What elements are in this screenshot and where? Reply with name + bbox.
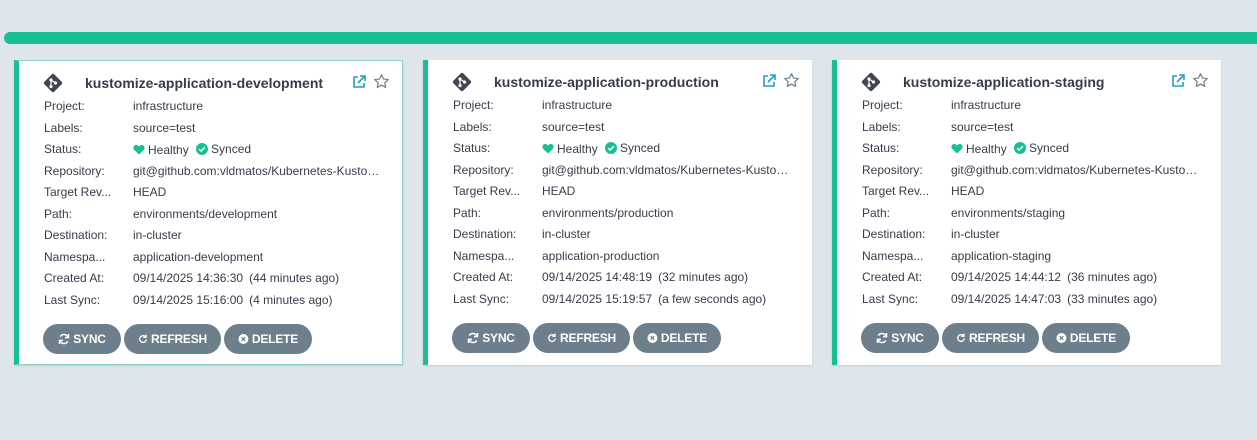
delete-button[interactable]: DELETE	[1042, 323, 1130, 353]
sync-button[interactable]: SYNC	[452, 323, 530, 353]
sync-button[interactable]: SYNC	[43, 324, 121, 354]
app-name[interactable]: kustomize-application-production	[494, 74, 719, 90]
refresh-button[interactable]: REFRESH	[533, 323, 630, 353]
field-target-revision: Target Rev... HEAD	[44, 185, 167, 199]
sync-icon	[876, 332, 888, 344]
card-header: kustomize-application-production	[452, 72, 802, 92]
star-icon[interactable]	[1192, 72, 1209, 89]
field-namespace: Namespa... application-production	[453, 248, 660, 263]
field-project: Project: infrastructure	[44, 99, 204, 113]
app-card-production[interactable]: kustomize-application-production Project…	[423, 60, 812, 365]
app-card-staging[interactable]: kustomize-application-staging Project: in…	[832, 60, 1221, 365]
field-created-at: Created At: 09/14/2025 14:44:12 (36 minute…	[862, 270, 1158, 284]
card-header: kustomize-application-staging	[861, 72, 1211, 92]
heart-icon	[542, 143, 554, 154]
field-labels: Labels: source=test	[862, 119, 1014, 134]
field-labels: Labels: source=test	[44, 120, 196, 135]
field-project: Project: infrastructure	[862, 98, 1022, 112]
delete-button[interactable]: DELETE	[224, 324, 312, 354]
delete-icon	[238, 334, 249, 344]
refresh-icon	[548, 333, 557, 343]
field-repository: Repository: git@github.com:vldmatos/Kuber…	[44, 163, 385, 178]
refresh-icon	[139, 334, 148, 344]
field-target-revision: Target Rev... HEAD	[453, 184, 576, 198]
app-name[interactable]: kustomize-application-development	[85, 75, 323, 91]
field-status: Status: Healthy Synced	[44, 142, 252, 157]
heart-icon	[133, 144, 145, 155]
card-header: kustomize-application-development	[43, 73, 392, 93]
health-status: Healthy	[133, 143, 189, 157]
field-status: Status: Healthy Synced	[862, 141, 1070, 156]
sync-status: Synced	[196, 142, 251, 156]
field-last-sync: Last Sync: 09/14/2025 15:16:00 (4 minutes …	[44, 292, 333, 307]
delete-icon	[1056, 333, 1067, 343]
field-created-at: Created At: 09/14/2025 14:48:19 (32 minute…	[453, 270, 749, 284]
field-repository: Repository: git@github.com:vldmatos/Kuber…	[862, 162, 1203, 177]
health-status: Healthy	[542, 142, 598, 156]
delete-button[interactable]: DELETE	[633, 323, 721, 353]
field-repository: Repository: git@github.com:vldmatos/Kuber…	[453, 162, 794, 177]
star-icon[interactable]	[783, 72, 800, 89]
sync-status: Synced	[605, 141, 660, 155]
check-circle-icon	[1014, 142, 1027, 154]
health-status: Healthy	[951, 142, 1007, 156]
external-link-icon[interactable]	[762, 74, 776, 88]
git-icon	[861, 72, 881, 92]
sync-button[interactable]: SYNC	[861, 323, 939, 353]
refresh-icon	[957, 333, 966, 343]
field-namespace: Namespa... application-staging	[862, 248, 1052, 263]
refresh-button[interactable]: REFRESH	[124, 324, 221, 354]
field-status: Status: Healthy Synced	[453, 141, 661, 156]
sync-icon	[467, 332, 479, 344]
field-created-at: Created At: 09/14/2025 14:36:30 (44 minute…	[44, 271, 340, 285]
field-path: Path: environments/staging	[862, 205, 1066, 220]
field-target-revision: Target Rev... HEAD	[862, 184, 985, 198]
git-icon	[43, 73, 63, 93]
git-icon	[452, 72, 472, 92]
star-icon[interactable]	[373, 73, 390, 90]
check-circle-icon	[196, 143, 209, 155]
sync-status: Synced	[1014, 141, 1069, 155]
delete-icon	[647, 333, 658, 343]
field-path: Path: environments/development	[44, 206, 278, 221]
app-card-development[interactable]: kustomize-application-development Projec…	[14, 60, 403, 365]
sync-status-bar	[4, 32, 1257, 44]
field-project: Project: infrastructure	[453, 98, 613, 112]
sync-icon	[58, 333, 70, 345]
field-path: Path: environments/production	[453, 205, 674, 220]
field-labels: Labels: source=test	[453, 119, 605, 134]
field-namespace: Namespa... application-development	[44, 249, 264, 264]
field-last-sync: Last Sync: 09/14/2025 14:47:03 (33 minutes…	[862, 291, 1158, 306]
field-destination: Destination: in-cluster	[862, 227, 1000, 241]
refresh-button[interactable]: REFRESH	[942, 323, 1039, 353]
external-link-icon[interactable]	[1171, 74, 1185, 88]
external-link-icon[interactable]	[352, 75, 366, 89]
heart-icon	[951, 143, 963, 154]
field-destination: Destination: in-cluster	[453, 227, 591, 241]
field-destination: Destination: in-cluster	[44, 228, 182, 242]
app-name[interactable]: kustomize-application-staging	[903, 74, 1104, 90]
check-circle-icon	[605, 142, 618, 154]
field-last-sync: Last Sync: 09/14/2025 15:19:57 (a few seco…	[453, 291, 767, 306]
